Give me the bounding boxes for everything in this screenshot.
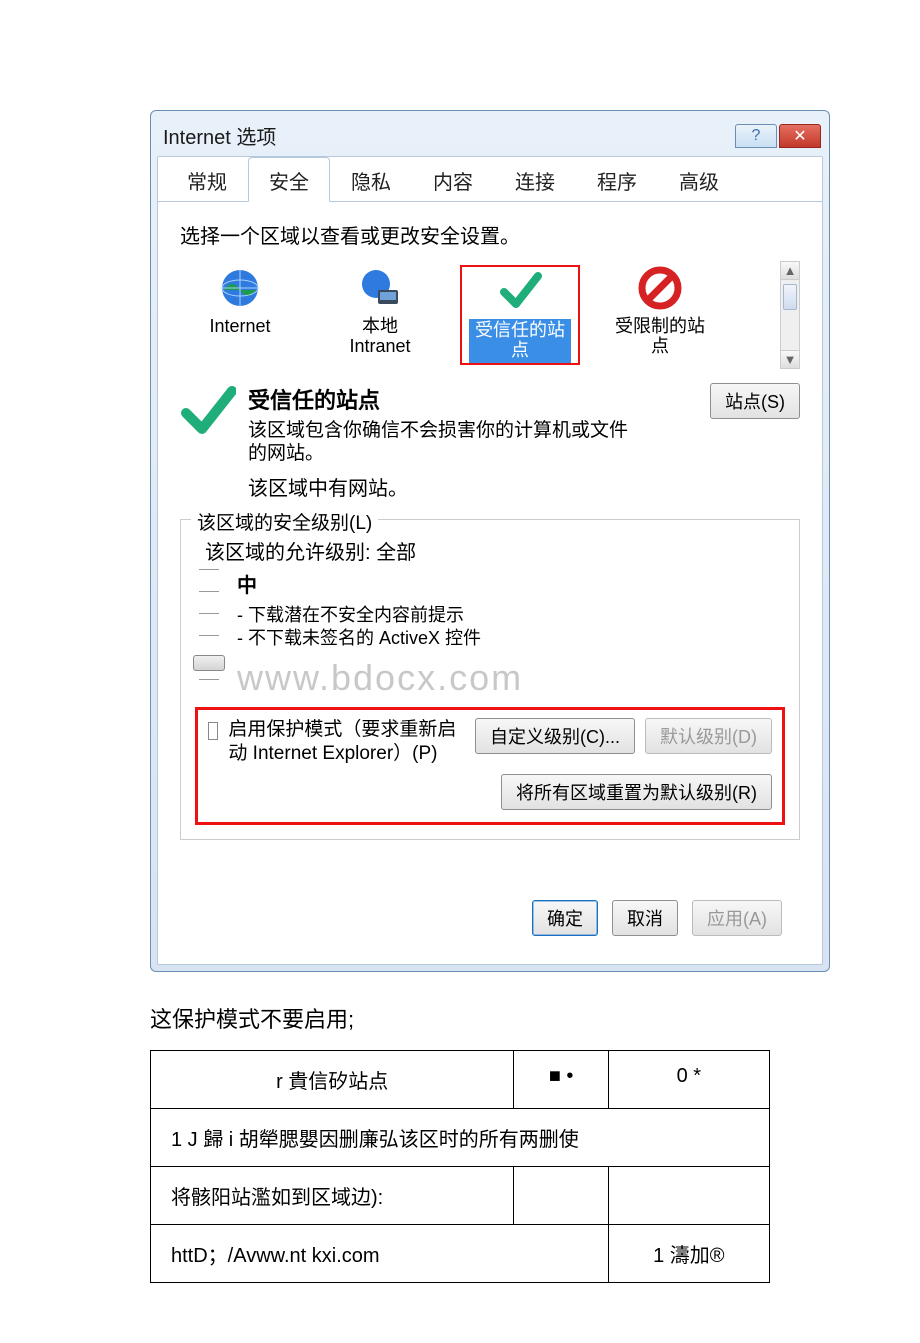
cell: ■ • — [514, 1051, 608, 1109]
cancel-button[interactable]: 取消 — [612, 900, 678, 936]
globe-icon — [217, 265, 263, 311]
zone-label: Internet — [209, 317, 270, 337]
zone-scrollbar[interactable]: ▲ ▼ — [780, 261, 800, 369]
cell: r 貴信矽站点 — [151, 1051, 514, 1109]
cell — [608, 1167, 769, 1225]
dialog-body: 常规 安全 隐私 内容 连接 程序 高级 选择一个区域以查看或更改安全设置。 — [157, 156, 823, 965]
document-caption: 这保护模式不要启用; — [150, 1002, 770, 1034]
security-bullet: - 不下载未签名的 ActiveX 控件 — [237, 627, 785, 650]
tab-privacy[interactable]: 隐私 — [330, 157, 412, 201]
protected-mode-label: 启用保护模式（要求重新启动 Internet Explorer）(P) — [228, 718, 458, 766]
cell: 0 * — [608, 1051, 769, 1109]
security-bullet: - 下载潜在不安全内容前提示 — [237, 604, 785, 627]
security-level-group: 该区域的安全级别(L) 该区域的允许级别: 全部 中 - 下载潜在不安全内容前提… — [180, 519, 800, 840]
checkmark-large-icon — [180, 383, 236, 439]
cell: httD；/Avww.nt kxi.com — [151, 1225, 609, 1283]
zone-detail-title: 受信任的站点 — [248, 383, 628, 415]
cell: 将骸阳站濫如到区域边): — [151, 1167, 514, 1225]
zone-restricted[interactable]: 受限制的站 点 — [600, 265, 720, 357]
tab-programs[interactable]: 程序 — [576, 157, 658, 201]
apply-button[interactable]: 应用(A) — [692, 900, 782, 936]
tab-connections[interactable]: 连接 — [494, 157, 576, 201]
scroll-down-icon[interactable]: ▼ — [781, 350, 799, 368]
custom-level-button[interactable]: 自定义级别(C)... — [475, 718, 635, 754]
security-level-value: 中 — [237, 569, 785, 598]
sites-button[interactable]: 站点(S) — [710, 383, 800, 419]
internet-options-dialog: Internet 选项 ? ✕ 常规 安全 隐私 内容 连接 程序 高级 选择一… — [150, 110, 830, 972]
scroll-thumb[interactable] — [783, 284, 797, 310]
tab-strip: 常规 安全 隐私 内容 连接 程序 高级 — [158, 157, 822, 202]
tab-general[interactable]: 常规 — [166, 157, 248, 201]
watermark-text: www.bdocx.com — [237, 657, 785, 699]
table-row: r 貴信矽站点 ■ • 0 * — [151, 1051, 770, 1109]
zone-detail: 受信任的站点 该区域包含你确信不会损害你的计算机或文件的网站。 该区域中有网站。… — [180, 383, 800, 502]
window-title: Internet 选项 — [163, 121, 733, 150]
restricted-icon — [637, 265, 683, 311]
cell: 1 J 歸 i 胡犖腮嬰因删廉弘该区时的所有两删使 — [151, 1109, 770, 1167]
zone-label: 本地 Intranet — [349, 317, 410, 357]
zone-intranet[interactable]: 本地 Intranet — [320, 265, 440, 357]
table-row: 将骸阳站濫如到区域边): — [151, 1167, 770, 1225]
ok-button[interactable]: 确定 — [532, 900, 598, 936]
dialog-footer: 确定 取消 应用(A) — [180, 840, 800, 946]
zone-list: Internet 本地 — [180, 261, 780, 369]
zone-label: 受限制的站 点 — [615, 317, 705, 357]
help-button[interactable]: ? — [735, 124, 777, 148]
cell: 1 濤加® — [608, 1225, 769, 1283]
tab-advanced[interactable]: 高级 — [658, 157, 740, 201]
table-row: httD；/Avww.nt kxi.com 1 濤加® — [151, 1225, 770, 1283]
cell — [514, 1167, 608, 1225]
intranet-icon — [357, 265, 403, 311]
zone-detail-desc: 该区域包含你确信不会损害你的计算机或文件的网站。 — [248, 419, 628, 467]
titlebar: Internet 选项 ? ✕ — [157, 117, 823, 156]
table-row: 1 J 歸 i 胡犖腮嬰因删廉弘该区时的所有两删使 — [151, 1109, 770, 1167]
scroll-up-icon[interactable]: ▲ — [781, 262, 799, 280]
zone-select-prompt: 选择一个区域以查看或更改安全设置。 — [180, 220, 800, 249]
lower-table: r 貴信矽站点 ■ • 0 * 1 J 歸 i 胡犖腮嬰因删廉弘该区时的所有两删… — [150, 1050, 770, 1283]
default-level-button[interactable]: 默认级别(D) — [645, 718, 772, 754]
security-slider[interactable] — [199, 569, 219, 699]
zone-trusted[interactable]: 受信任的站 点 — [460, 265, 580, 365]
reset-all-button[interactable]: 将所有区域重置为默认级别(R) — [501, 774, 772, 810]
close-button[interactable]: ✕ — [779, 124, 821, 148]
allowed-levels-text: 该区域的允许级别: 全部 — [205, 536, 785, 565]
checkmark-icon — [497, 267, 543, 313]
tab-content[interactable]: 内容 — [412, 157, 494, 201]
protected-mode-checkbox[interactable] — [208, 722, 218, 740]
slider-thumb[interactable] — [193, 655, 225, 671]
scroll-track[interactable] — [781, 280, 799, 350]
zone-internet[interactable]: Internet — [180, 265, 300, 337]
zone-detail-sub: 该区域中有网站。 — [248, 472, 628, 501]
highlighted-area: 启用保护模式（要求重新启动 Internet Explorer）(P) 自定义级… — [195, 707, 785, 825]
tab-security[interactable]: 安全 — [248, 157, 330, 202]
zone-label: 受信任的站 点 — [469, 319, 571, 363]
security-level-legend: 该区域的安全级别(L) — [191, 508, 378, 535]
